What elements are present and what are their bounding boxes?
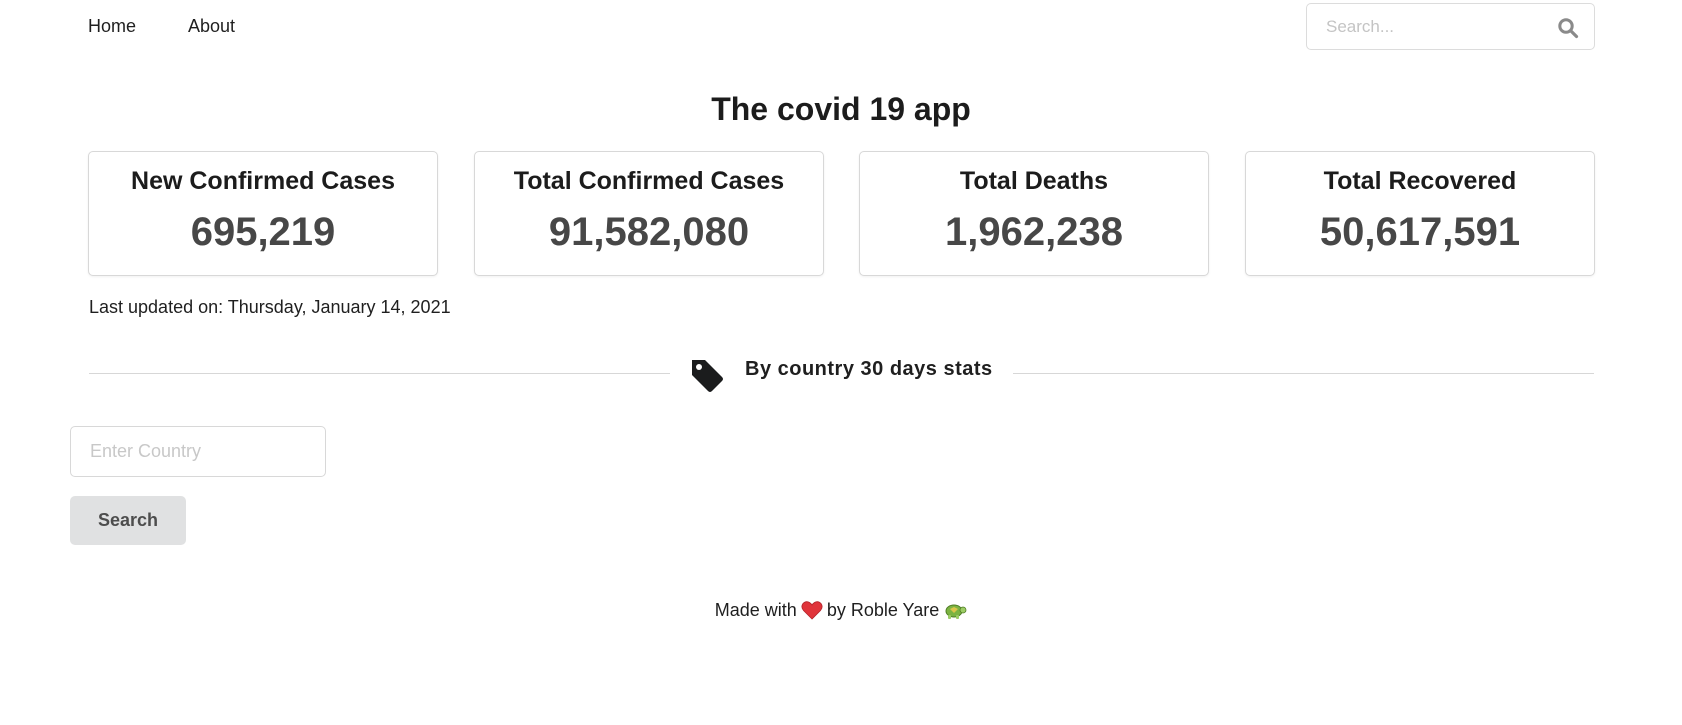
stat-label: New Confirmed Cases [131,167,395,195]
stat-card-total-recovered: Total Recovered 50,617,591 [1245,151,1595,276]
stat-card-total-confirmed: Total Confirmed Cases 91,582,080 [474,151,824,276]
nav-about-link[interactable]: About [188,16,235,37]
divider-line [89,373,670,374]
turtle-icon [943,601,967,621]
heart-icon [801,600,823,620]
nav-home-link[interactable]: Home [88,16,136,37]
stat-value: 91,582,080 [548,210,750,254]
stat-label: Total Recovered [1323,167,1517,195]
tag-icon [689,356,725,392]
page-title: The covid 19 app [711,91,971,127]
last-updated-text: Last updated on: Thursday, January 14, 2… [89,297,451,317]
stat-card-total-deaths: Total Deaths 1,962,238 [859,151,1209,276]
country-input[interactable] [70,426,326,477]
header-search-input[interactable] [1307,4,1557,49]
stat-label: Total Confirmed Cases [513,167,785,195]
country-search-button[interactable]: Search [70,496,186,545]
stat-card-new-confirmed: New Confirmed Cases 695,219 [88,151,438,276]
header-search [1306,3,1595,50]
section-divider-title: By country 30 days stats [745,358,993,380]
stat-value: 695,219 [190,210,336,254]
footer-made-with: Made with [714,600,797,620]
stat-label: Total Deaths [959,167,1109,195]
divider-line [1013,373,1594,374]
page: Home About The covid 19 app New Confirme… [0,0,1682,725]
stat-value: 50,617,591 [1319,210,1521,254]
stat-value: 1,962,238 [945,210,1123,254]
footer: Made with by Roble Yare [0,600,1682,621]
search-icon[interactable] [1557,17,1579,39]
footer-author: by Roble Yare [826,600,940,620]
